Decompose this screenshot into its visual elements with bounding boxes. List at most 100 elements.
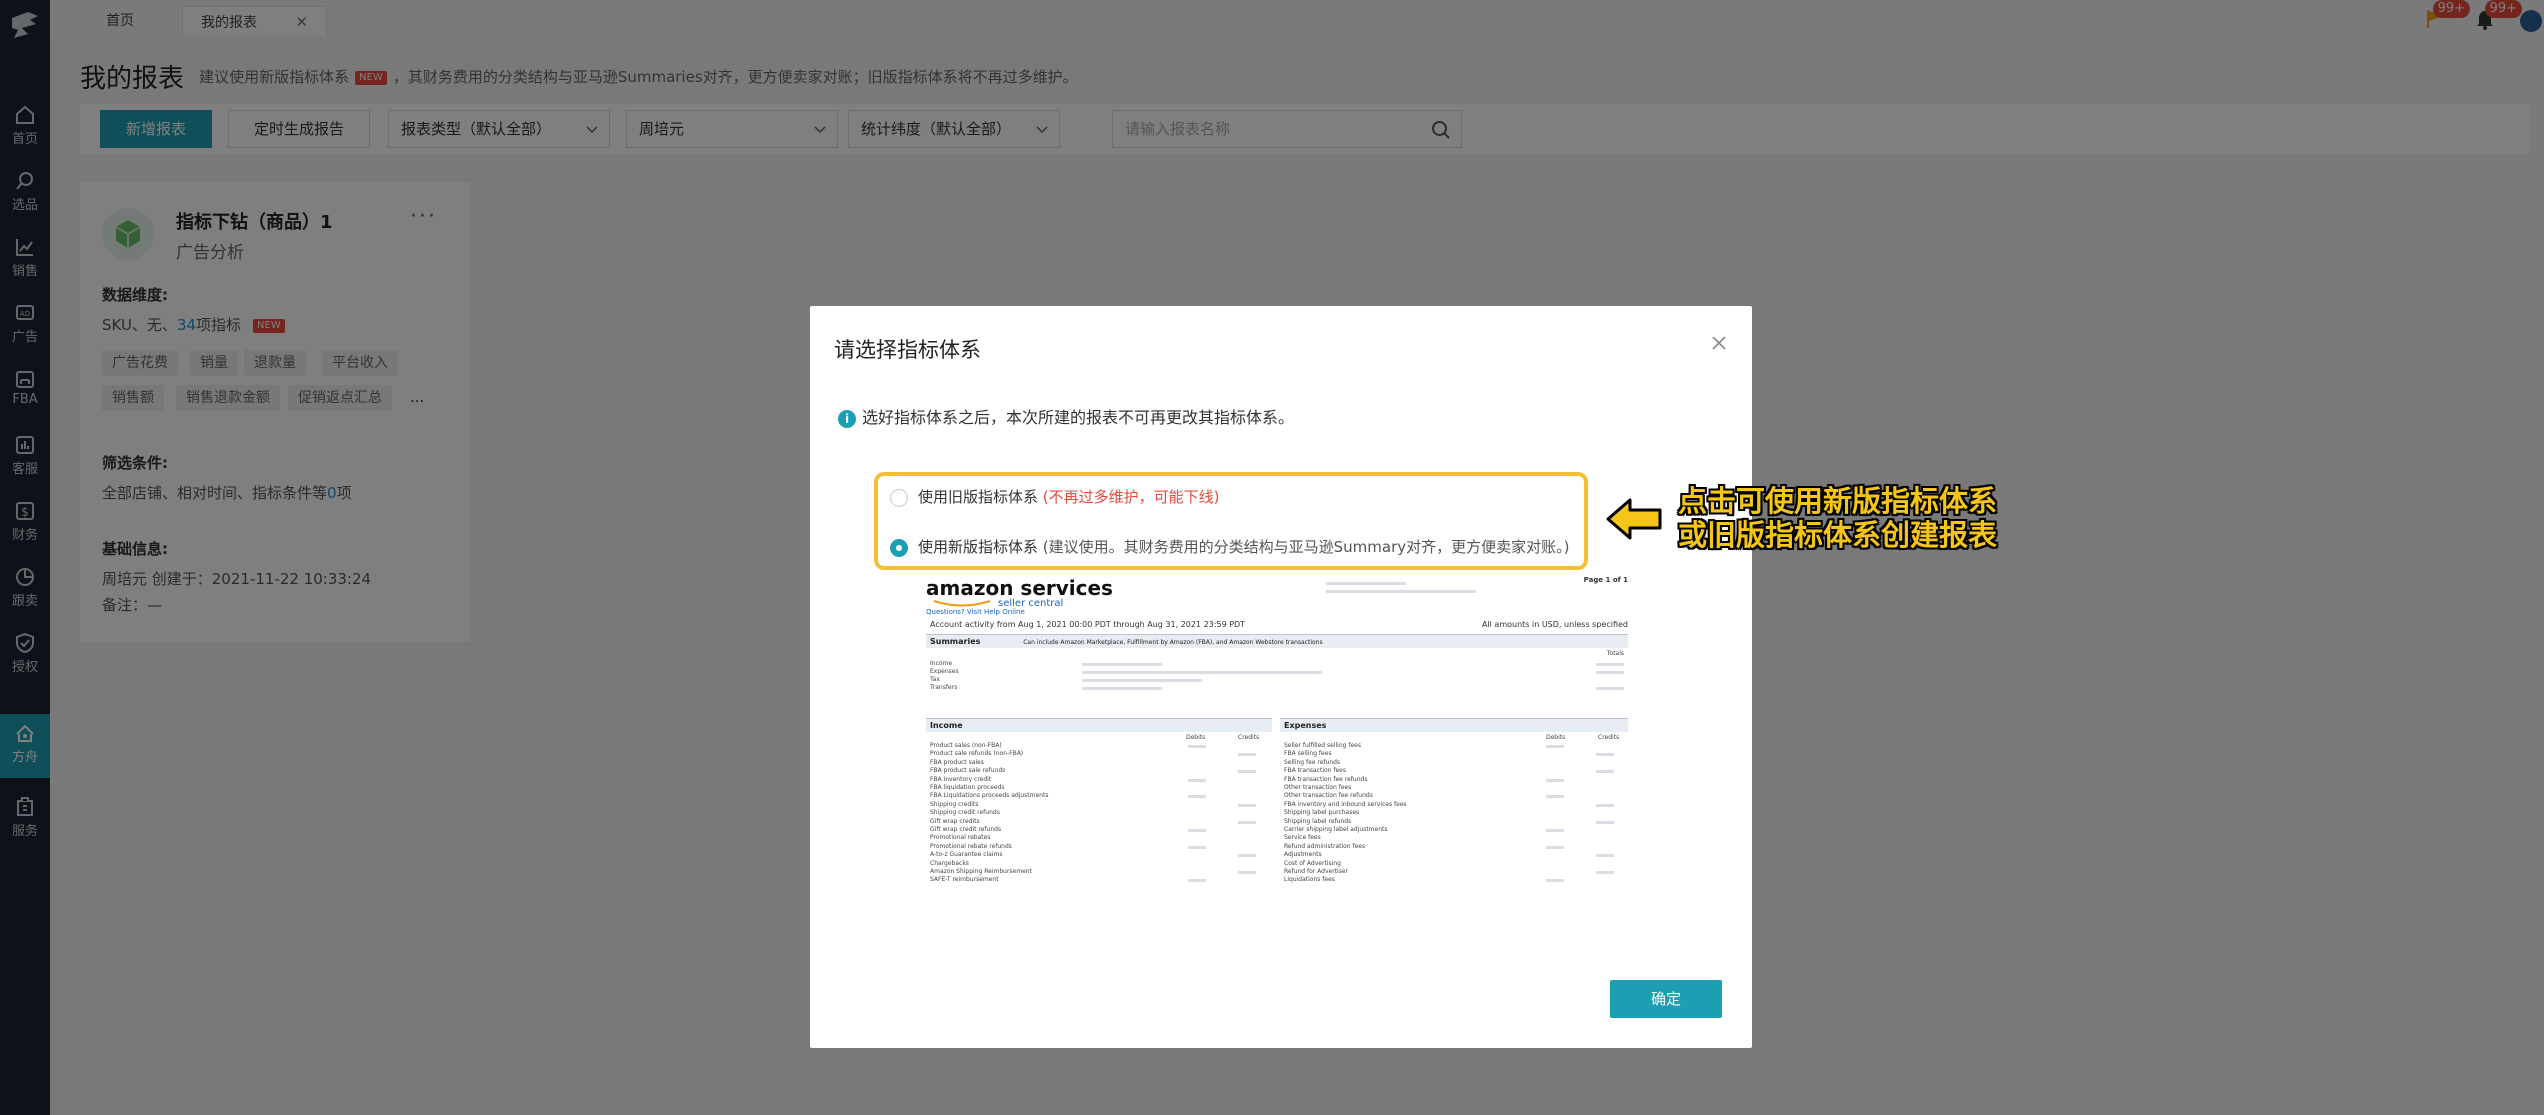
statement-row: FBA transaction fees	[1284, 767, 1347, 775]
blurred-text	[1596, 671, 1624, 674]
blurred-text	[1188, 795, 1206, 799]
summary-row: Tax	[930, 676, 940, 683]
blurred-text	[1082, 663, 1162, 666]
statement-row: Other transaction fees	[1284, 784, 1352, 791]
blurred-text	[1546, 795, 1564, 799]
statement-row: Promotional rebates	[930, 834, 991, 842]
blurred-text	[1188, 845, 1206, 849]
annotation-line: 点击可使用新版指标体系	[1678, 484, 1998, 518]
amounts-note: All amounts in USD, unless specified	[1481, 620, 1628, 629]
credits-label: Credits	[1598, 734, 1620, 741]
blurred-text	[1326, 582, 1406, 585]
blurred-text	[1596, 770, 1614, 774]
annotation-line: 或旧版指标体系创建报表	[1678, 518, 1998, 552]
blurred-text	[1238, 871, 1256, 874]
statement-row: Chargebacks	[930, 859, 969, 867]
summaries-header: Summaries Can include Amazon Marketplace…	[926, 634, 1628, 648]
option-old-system[interactable]: 使用旧版指标体系 (不再过多维护，可能下线)	[890, 486, 1220, 507]
statement-row: FBA liquidation proceeds	[930, 784, 1005, 791]
dialog-title: 请选择指标体系	[834, 338, 981, 362]
option-label: 使用旧版指标体系	[918, 488, 1039, 506]
blurred-text	[1238, 854, 1256, 858]
statement-row: FBA Liquidations proceeds adjustments	[930, 792, 1049, 800]
statement-row: FBA transaction fee refunds	[1284, 775, 1368, 783]
annotation-callout: 点击可使用新版指标体系 或旧版指标体系创建报表	[1678, 484, 1997, 552]
debits-label: Debits	[1546, 734, 1566, 741]
blurred-text	[1238, 803, 1256, 807]
statement-row: Adjustments	[1284, 851, 1322, 859]
blurred-text	[1546, 778, 1564, 782]
blurred-text	[1188, 745, 1206, 748]
radio-old[interactable]	[890, 488, 908, 507]
statement-row: Cost of Advertising	[1284, 859, 1341, 867]
statement-row: Gift wrap credit refunds	[930, 826, 1002, 833]
statement-row: SAFE-T reimbursement	[930, 876, 999, 884]
statement-row: A-to-z Guarantee claims	[930, 851, 1003, 859]
radio-new[interactable]	[890, 538, 908, 557]
blurred-text	[1596, 803, 1614, 807]
option-label: 使用新版指标体系	[918, 538, 1039, 556]
amazon-smile-icon	[933, 600, 991, 607]
statement-row: Selling fee refunds	[1284, 758, 1341, 766]
statement-row: Refund administration fees	[1284, 842, 1366, 850]
statement-row: Other transaction fee refunds	[1284, 792, 1373, 800]
blurred-text	[1326, 590, 1476, 593]
blurred-text	[1546, 879, 1564, 883]
metric-system-dialog: 请选择指标体系 i 选好指标体系之后，本次所建的报表不可再更改其指标体系。 使用旧…	[810, 306, 1752, 1048]
statement-row: Shipping label refunds	[1284, 817, 1352, 825]
amazon-services-logo: amazon services	[926, 576, 1113, 600]
blurred-text	[1238, 770, 1256, 774]
arrow-left-icon	[1606, 498, 1662, 540]
info-message: i 选好指标体系之后，本次所建的报表不可再更改其指标体系。	[838, 404, 1294, 428]
blurred-text	[1596, 820, 1614, 824]
statement-row: Gift wrap credits	[930, 817, 980, 825]
totals-label: Totals	[1606, 650, 1624, 657]
statement-row: FBA product sale refunds	[930, 767, 1006, 775]
summaries-desc: Can include Amazon Marketplace, Fulfillm…	[1023, 639, 1323, 646]
summary-row: Expenses	[930, 668, 959, 675]
credits-label: Credits	[1238, 734, 1260, 741]
blurred-text	[1546, 845, 1564, 849]
expenses-header: Expenses	[1280, 718, 1628, 732]
blurred-text	[1596, 871, 1614, 874]
statement-row: Amazon Shipping Reimbursement	[930, 868, 1032, 875]
blurred-text	[1082, 679, 1202, 682]
statement-row: Shipping label purchases	[1284, 809, 1360, 817]
account-activity: Account activity from Aug 1, 2021 00:00 …	[930, 620, 1246, 629]
statement-row: FBA inventory credit	[930, 775, 992, 783]
blurred-text	[1238, 820, 1256, 824]
summary-row: Income	[930, 660, 953, 667]
statement-row: Shipping credits	[930, 800, 979, 808]
option-note: (建议使用。其财务费用的分类结构与亚马逊Summary对齐，更方便卖家对账。)	[1042, 538, 1570, 556]
blurred-text	[1082, 687, 1162, 690]
option-warning: (不再过多维护，可能下线)	[1042, 488, 1220, 506]
statement-row: Carrier shipping label adjustments	[1284, 826, 1388, 833]
option-new-system[interactable]: 使用新版指标体系 (建议使用。其财务费用的分类结构与亚马逊Summary对齐，更…	[890, 536, 1570, 557]
blurred-text	[1188, 879, 1206, 883]
summaries-title: Summaries	[930, 637, 981, 646]
statement-row: Seller fulfilled selling fees	[1284, 742, 1361, 749]
blurred-text	[1596, 687, 1624, 690]
statement-row: FBA selling fees	[1284, 750, 1332, 758]
statement-row: Shipping credit refunds	[930, 809, 1000, 817]
page-count: Page 1 of 1	[1583, 576, 1628, 584]
statement-row: FBA product sales	[930, 758, 984, 766]
brand-links: Questions? Visit Help Online	[926, 608, 1025, 616]
statement-row: FBA inventory and inbound services fees	[1284, 800, 1407, 808]
statement-row: Product sales (non-FBA)	[930, 742, 1002, 749]
statement-row: Service fees	[1284, 834, 1321, 842]
debits-label: Debits	[1186, 734, 1206, 741]
blurred-text	[1546, 829, 1564, 832]
income-header: Income	[926, 718, 1272, 732]
option-highlight: 使用旧版指标体系 (不再过多维护，可能下线) 使用新版指标体系 (建议使用。其财…	[874, 472, 1588, 570]
statement-row: Promotional rebate refunds	[930, 842, 1012, 850]
blurred-text	[1596, 753, 1614, 757]
blurred-text	[1596, 854, 1614, 858]
close-icon[interactable]	[1710, 334, 1728, 352]
confirm-button[interactable]: 确定	[1610, 980, 1722, 1018]
blurred-text	[1238, 753, 1256, 757]
blurred-text	[1082, 671, 1322, 674]
blurred-text	[1596, 663, 1624, 666]
info-icon: i	[838, 409, 856, 428]
statement-row: Refund for Advertiser	[1284, 868, 1349, 875]
